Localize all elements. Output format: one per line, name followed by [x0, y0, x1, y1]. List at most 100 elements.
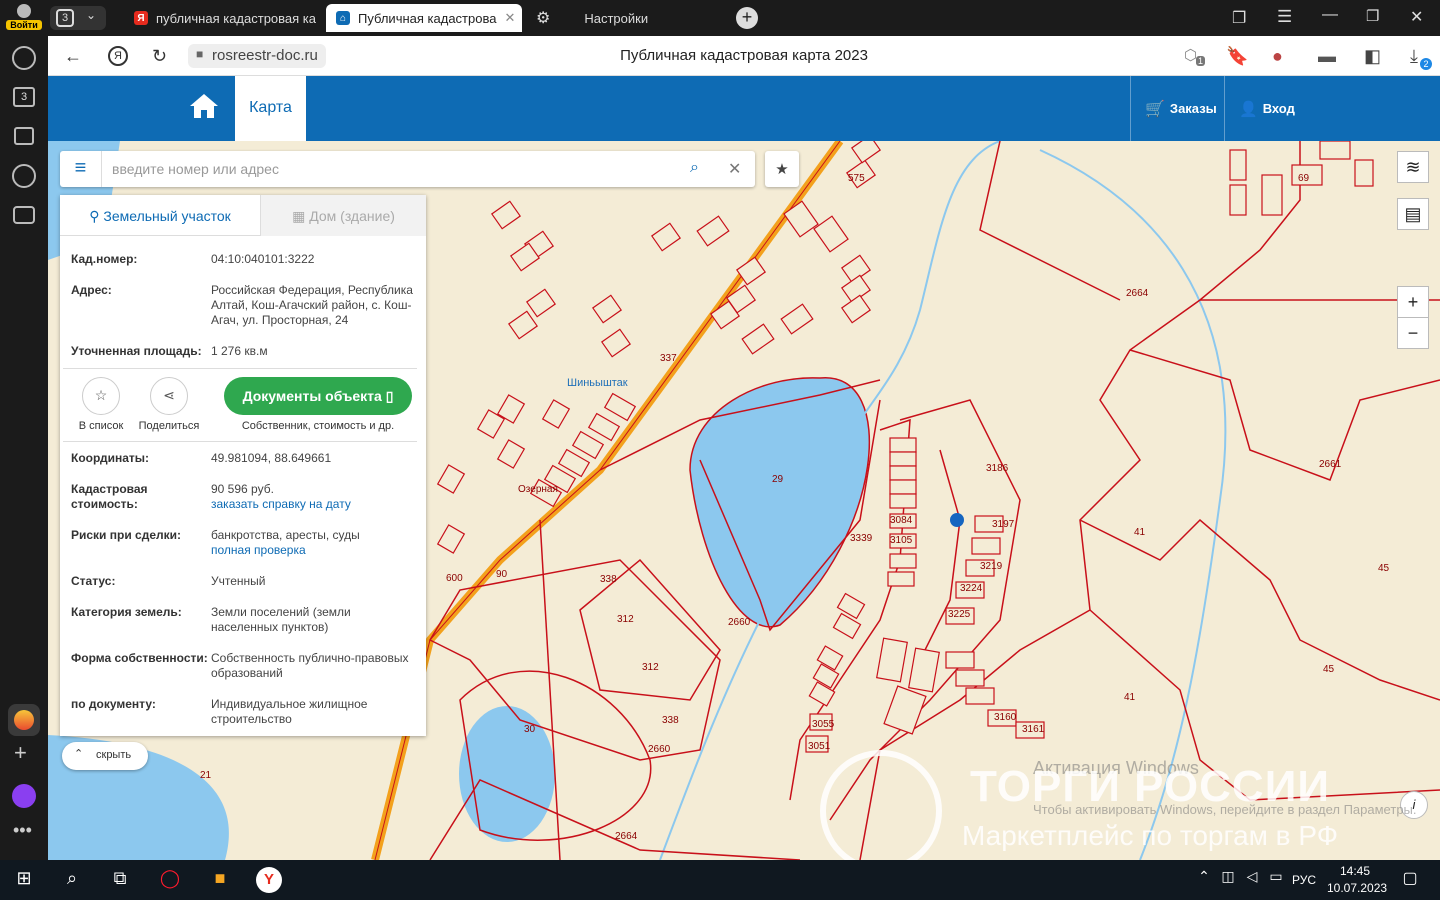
- map-label: 3105: [890, 535, 913, 546]
- login-badge: Войти: [6, 20, 42, 30]
- search-icon[interactable]: ⌕: [60, 868, 84, 892]
- windows-start-icon[interactable]: ⊞: [12, 868, 36, 892]
- watermark-brand: ТОРГИ РОССИИ: [970, 762, 1330, 811]
- tab-house[interactable]: ▦ Дом (здание): [260, 195, 426, 236]
- zoom-in-button[interactable]: +: [1397, 286, 1429, 318]
- more-icon[interactable]: •••: [13, 820, 32, 841]
- add-to-list-button[interactable]: ☆: [82, 377, 120, 415]
- downloads-count: 2: [1420, 58, 1432, 70]
- tab-title: Настройки: [584, 10, 649, 26]
- login-label: Вход: [1262, 101, 1295, 116]
- layers-button[interactable]: ≋: [1397, 151, 1429, 183]
- favorites-star-icon[interactable]: ★: [765, 151, 799, 187]
- zoom-out-button[interactable]: −: [1397, 317, 1429, 349]
- map-label: 3084: [890, 515, 913, 526]
- bookmarks-panel-icon[interactable]: ❐: [1232, 8, 1246, 28]
- task-view-icon[interactable]: ⧉: [108, 868, 132, 892]
- pin-icon: ⚲: [89, 208, 104, 224]
- new-tab-button[interactable]: +: [736, 7, 758, 29]
- map-label: 29: [772, 474, 784, 485]
- home-icon[interactable]: [188, 92, 220, 128]
- vpn-icon[interactable]: ▬: [1318, 46, 1336, 67]
- documents-button[interactable]: Документы объекта ▯: [224, 377, 412, 415]
- language-indicator[interactable]: РУС: [1292, 873, 1316, 887]
- close-window-icon[interactable]: ✕: [1410, 7, 1423, 27]
- tab-active-cadastral[interactable]: ⌂ Публичная кадастрова ✕: [326, 4, 522, 32]
- land-category-key: Категория земель:: [71, 605, 182, 619]
- map-label: 2664: [1126, 288, 1149, 299]
- map-label: 3225: [948, 609, 971, 620]
- order-certificate-link[interactable]: заказать справку на дату: [211, 497, 351, 511]
- orders-button[interactable]: 🛒 Заказы: [1130, 76, 1224, 141]
- area-value: 1 276 кв.м: [211, 344, 268, 358]
- tab-yandex[interactable]: Я публичная кадастровая ка: [124, 4, 320, 32]
- history-icon[interactable]: [12, 46, 36, 70]
- status-key: Статус:: [71, 574, 116, 588]
- network-icon[interactable]: ◫: [1216, 868, 1240, 892]
- app-icon[interactable]: ■: [208, 868, 232, 892]
- notifications-icon[interactable]: ▢: [1398, 868, 1422, 892]
- collections-icon[interactable]: [14, 127, 34, 145]
- divider: [63, 368, 417, 369]
- watermark-tagline: Маркетплейс по торгам в РФ: [962, 820, 1338, 851]
- tab-land-plot[interactable]: ⚲ Земельный участок: [60, 195, 260, 236]
- tabs-sidebar-icon[interactable]: 3: [13, 87, 35, 107]
- play-icon[interactable]: [12, 164, 36, 188]
- chevron-up-icon[interactable]: ⌃: [1192, 868, 1216, 892]
- login-button[interactable]: 👤 Вход: [1224, 76, 1304, 141]
- map-label: 3197: [992, 519, 1015, 530]
- map-label: 337: [660, 353, 677, 364]
- cad-cost-amount: 90 596 руб.: [211, 482, 274, 496]
- extension-count: 1: [1196, 56, 1206, 66]
- land-category-value: Земли поселений (земли населенных пункто…: [211, 605, 351, 634]
- tab-settings[interactable]: ⚙ Настройки: [526, 4, 726, 32]
- by-document-value: Индивидуальное жилищное строительство: [211, 697, 368, 726]
- monitor-icon[interactable]: ▭: [1264, 868, 1288, 892]
- ownership-value: Собственность публично-правовых образова…: [211, 651, 409, 680]
- cad-number-link[interactable]: 04:10:040101:3222: [211, 252, 416, 267]
- clear-icon[interactable]: ✕: [728, 159, 741, 179]
- tab-map[interactable]: Карта: [235, 76, 306, 141]
- yandex-browser-icon[interactable]: Y: [256, 867, 282, 893]
- map-label: 2660: [728, 617, 751, 628]
- ruler-button[interactable]: ▤: [1397, 198, 1429, 230]
- minimize-icon[interactable]: —: [1322, 6, 1338, 24]
- map-label: 45: [1323, 664, 1335, 675]
- extension-avatar-icon[interactable]: ●: [1272, 46, 1283, 67]
- add-app-icon[interactable]: +: [14, 740, 27, 766]
- close-icon[interactable]: ✕: [504, 10, 515, 26]
- torgi-logo-icon: [820, 750, 942, 872]
- cad-cost-value: 90 596 руб. заказать справку на дату: [211, 482, 416, 512]
- restore-icon[interactable]: ❐: [1366, 7, 1379, 25]
- clock-time[interactable]: 14:45: [1340, 864, 1370, 878]
- downloads-icon[interactable]: ⤓: [1410, 46, 1418, 67]
- map-label: 2664: [615, 831, 638, 842]
- volume-icon[interactable]: ◁: [1240, 868, 1264, 892]
- bookmark-icon[interactable]: 🔖: [1226, 46, 1248, 67]
- cad-cost-key: Кадастровая стоимость:: [71, 482, 148, 511]
- tabs-count: 3: [56, 9, 74, 27]
- opera-icon[interactable]: ◯: [158, 868, 182, 892]
- full-check-link[interactable]: полная проверка: [211, 543, 306, 557]
- menu-icon[interactable]: ☰: [1277, 7, 1292, 27]
- menu-icon[interactable]: ≡: [60, 151, 102, 187]
- browser-tab-bar: Войти 3 ⌄ Я публичная кадастровая ка ⌂ П…: [0, 0, 1440, 36]
- mail-app-icon[interactable]: [8, 704, 40, 736]
- yandex-icon: Я: [134, 11, 148, 25]
- address-key: Адрес:: [71, 283, 112, 297]
- clock-date[interactable]: 10.07.2023: [1327, 881, 1387, 895]
- search-input[interactable]: [112, 159, 672, 179]
- profile-button[interactable]: Войти: [6, 2, 42, 34]
- tabs-counter-button[interactable]: 3 ⌄: [50, 6, 106, 30]
- map-label: 575: [848, 173, 865, 184]
- by-document-key: по документу:: [71, 697, 156, 711]
- map-label: 2660: [648, 744, 671, 755]
- search-icon[interactable]: ⌕: [690, 159, 699, 177]
- screenshot-icon[interactable]: [13, 206, 35, 224]
- share-label: Поделиться: [138, 420, 200, 432]
- hide-panel-button[interactable]: ⌃ скрыть: [62, 742, 148, 770]
- share-button[interactable]: ⋖: [150, 377, 188, 415]
- map-label: 338: [662, 715, 679, 726]
- sidebar-toggle-icon[interactable]: ◧: [1364, 46, 1381, 67]
- alice-icon[interactable]: [12, 784, 36, 808]
